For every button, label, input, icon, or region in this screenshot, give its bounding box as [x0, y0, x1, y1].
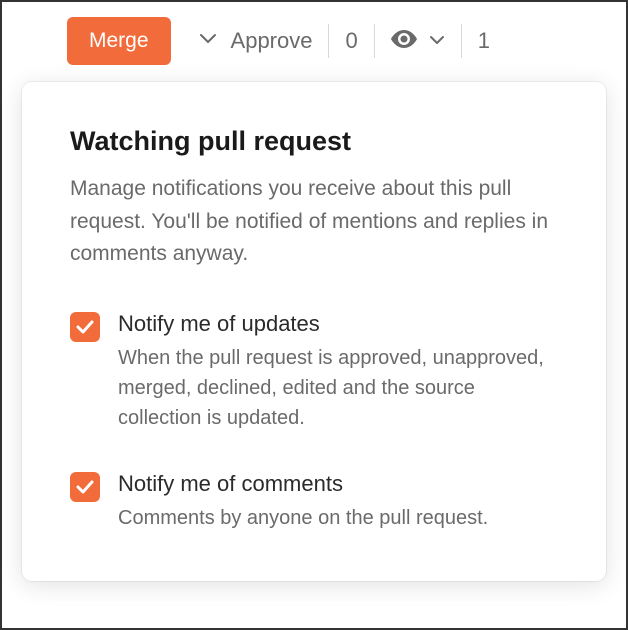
checkbox-updates[interactable] [70, 312, 100, 342]
divider [461, 24, 462, 58]
approve-button[interactable]: Approve [231, 28, 313, 54]
popover-description: Manage notifications you receive about t… [70, 173, 558, 271]
check-icon [76, 480, 94, 494]
watching-popover: Watching pull request Manage notificatio… [22, 82, 606, 581]
checkbox-comments[interactable] [70, 472, 100, 502]
option-updates: Notify me of updates When the pull reque… [70, 311, 558, 433]
approve-group: Approve [199, 28, 313, 54]
chevron-down-icon [429, 32, 445, 50]
merge-button[interactable]: Merge [67, 17, 171, 65]
check-icon [76, 320, 94, 334]
option-content: Notify me of comments Comments by anyone… [118, 471, 558, 533]
divider [328, 24, 329, 58]
option-description: Comments by anyone on the pull request. [118, 503, 558, 533]
option-title: Notify me of comments [118, 471, 558, 497]
chevron-down-icon[interactable] [199, 32, 217, 50]
popover-title: Watching pull request [70, 126, 558, 157]
watch-dropdown[interactable] [391, 30, 445, 53]
option-title: Notify me of updates [118, 311, 558, 337]
divider [374, 24, 375, 58]
toolbar: Merge Approve 0 1 [2, 2, 626, 80]
option-comments: Notify me of comments Comments by anyone… [70, 471, 558, 533]
approve-count: 0 [345, 28, 357, 54]
eye-icon [391, 30, 417, 53]
watch-count: 1 [478, 28, 490, 54]
option-content: Notify me of updates When the pull reque… [118, 311, 558, 433]
option-description: When the pull request is approved, unapp… [118, 343, 558, 433]
